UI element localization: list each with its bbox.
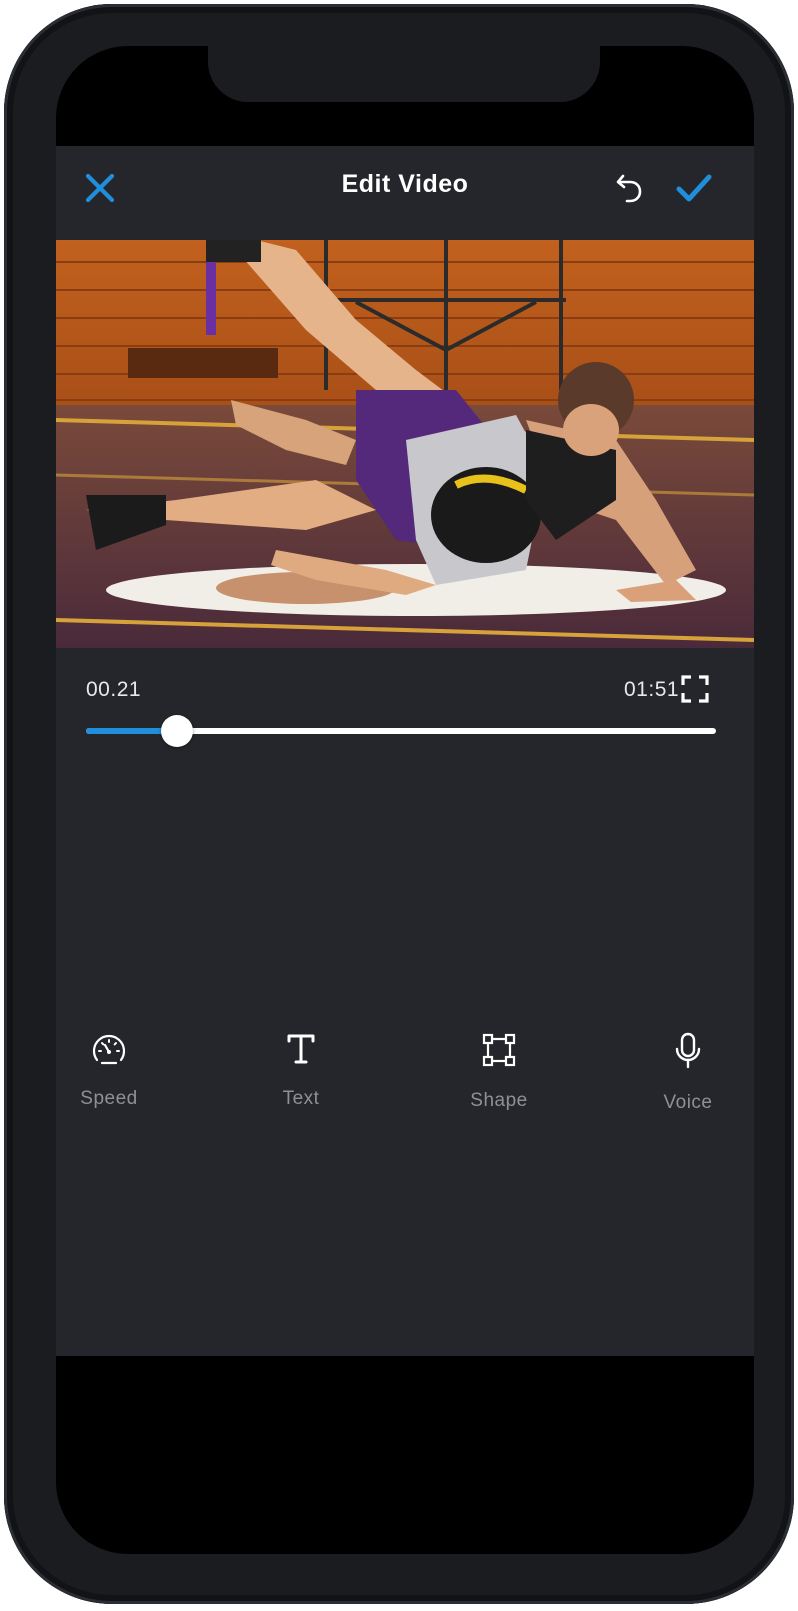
text-icon [287, 1034, 315, 1064]
video-frame-image [56, 240, 754, 648]
phone-notch [208, 46, 600, 102]
undo-button[interactable] [610, 168, 650, 208]
microphone-icon [675, 1032, 701, 1069]
tool-voice[interactable]: Voice [633, 1026, 743, 1136]
phone-frame: Edit Video 00.21 01:51 Speed Text Shape … [4, 4, 794, 1604]
tool-text-label: Text [282, 1088, 320, 1109]
tool-shape[interactable]: Shape [444, 1026, 554, 1136]
fullscreen-icon [681, 675, 709, 703]
tool-speed[interactable]: Speed [56, 1026, 164, 1136]
total-time: 01:51 [624, 678, 680, 701]
confirm-button[interactable] [674, 168, 714, 208]
undo-icon [616, 174, 642, 203]
shape-icon [482, 1033, 516, 1067]
timeline-slider[interactable] [86, 714, 716, 748]
video-preview[interactable] [56, 240, 754, 648]
edit-video-screen: Edit Video 00.21 01:51 Speed Text Shape … [56, 146, 754, 1356]
phone-screen: Edit Video 00.21 01:51 Speed Text Shape … [56, 46, 754, 1554]
header-bar: Edit Video [56, 146, 754, 236]
speedometer-icon [92, 1034, 126, 1065]
tool-text[interactable]: Text [246, 1026, 356, 1136]
fullscreen-button[interactable] [680, 674, 714, 708]
tool-shape-label: Shape [470, 1090, 528, 1111]
current-time: 00.21 [86, 678, 142, 701]
slider-thumb[interactable] [161, 715, 193, 747]
tool-voice-label: Voice [663, 1092, 713, 1113]
tool-bar: Speed Text Shape Voice [56, 1026, 754, 1136]
checkmark-icon [676, 174, 712, 202]
tool-speed-label: Speed [80, 1088, 138, 1109]
